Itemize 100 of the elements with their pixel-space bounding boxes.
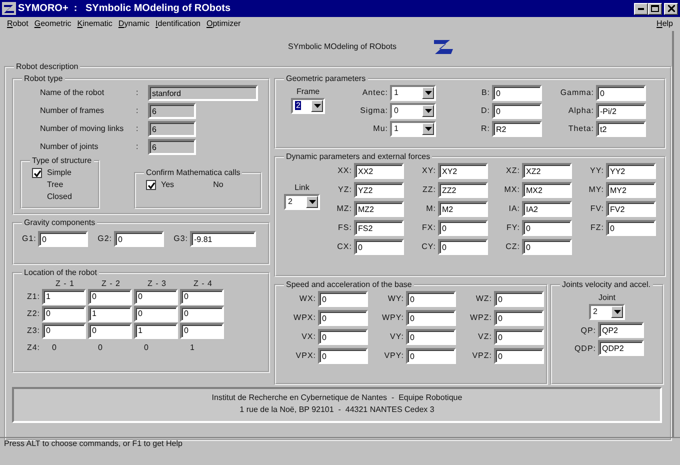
text-field[interactable]: 0	[318, 348, 368, 364]
dropdown[interactable]: 2	[291, 98, 325, 114]
text-field[interactable]: 0	[134, 288, 178, 305]
text-field[interactable]: 0	[318, 329, 368, 345]
text-field[interactable]: YZ2	[354, 182, 404, 198]
text-field[interactable]: 0	[406, 310, 456, 326]
text-field[interactable]: 0	[406, 329, 456, 345]
window-title: SYMORO+ : SYmbolic MOdeling of RObots	[18, 2, 231, 14]
dropdown[interactable]: 2	[284, 194, 320, 210]
text-field[interactable]: -9.81	[190, 231, 256, 247]
text-field[interactable]: QDP2	[598, 340, 644, 356]
text-field[interactable]: IA2	[522, 201, 572, 217]
text-field[interactable]: 0	[318, 291, 368, 307]
text-field[interactable]: 0	[438, 220, 488, 236]
text-field[interactable]: 0	[42, 322, 86, 339]
field-label: FV:	[589, 204, 605, 214]
text-field[interactable]: -Pi/2	[596, 103, 646, 119]
text-field[interactable]: 0	[180, 288, 224, 305]
option-label[interactable]: No	[213, 180, 224, 190]
option-label[interactable]: Yes	[161, 180, 174, 190]
checkbox[interactable]	[146, 180, 156, 190]
text-field[interactable]: 0	[318, 310, 368, 326]
text-field[interactable]: R2	[492, 121, 542, 137]
option-label[interactable]: Simple	[47, 168, 72, 178]
text-field[interactable]: MZ2	[354, 201, 404, 217]
dropdown[interactable]: 1	[390, 121, 436, 137]
text-field[interactable]: 0	[492, 103, 542, 119]
text-field[interactable]: 0	[42, 306, 86, 322]
dropdown[interactable]: 0	[390, 103, 436, 119]
text-field[interactable]: 0	[494, 310, 544, 326]
text-field[interactable]: FV2	[606, 201, 656, 217]
check-icon	[34, 170, 40, 176]
menu-item[interactable]: Kinematic	[74, 17, 116, 31]
menu-item[interactable]: Robot	[4, 17, 32, 31]
text-field[interactable]: t2	[596, 121, 646, 137]
menu-item[interactable]: Dynamic	[115, 17, 153, 31]
text-field[interactable]: 0	[38, 231, 88, 247]
text-field[interactable]: 1	[134, 322, 178, 339]
maximize-button[interactable]	[648, 2, 662, 14]
text-field[interactable]: XX2	[354, 163, 404, 179]
dropdown[interactable]: 2	[589, 304, 625, 320]
text-field[interactable]: 0	[354, 239, 404, 255]
text-field[interactable]: 0	[180, 322, 224, 339]
field-label: G2:	[96, 234, 113, 244]
text-field[interactable]: MX2	[522, 182, 572, 198]
field-label: XY:	[421, 166, 437, 176]
text-field[interactable]: 0	[494, 348, 544, 364]
field-label: WX:	[298, 294, 317, 304]
close-button[interactable]	[664, 2, 678, 14]
group-title: Joints velocity and accel.	[562, 280, 650, 289]
option-label[interactable]: Tree	[47, 180, 64, 190]
group-title: Robot description	[16, 62, 78, 71]
text-field[interactable]: 0	[134, 306, 178, 322]
field-label: MZ:	[336, 204, 353, 214]
text-field[interactable]: MY2	[606, 182, 656, 198]
field-label: G3:	[172, 234, 189, 244]
status-text: Press ALT to choose commands, or F1 to get Help	[4, 439, 182, 448]
minimize-button[interactable]	[634, 2, 648, 14]
field-label: Number of moving links	[40, 124, 125, 134]
text-field[interactable]: 0	[114, 231, 164, 247]
text-field[interactable]: ZZ2	[438, 182, 488, 198]
text-field[interactable]: 0	[606, 220, 656, 236]
text-field[interactable]: 0	[406, 348, 456, 364]
menu-item[interactable]: Help	[654, 17, 676, 31]
option-label[interactable]: Closed	[47, 192, 72, 202]
text-field[interactable]: 0	[522, 220, 572, 236]
text-field[interactable]: 0	[88, 322, 132, 339]
checkbox[interactable]	[32, 168, 42, 178]
field-label: D:	[480, 106, 491, 116]
text-field[interactable]: 0	[494, 291, 544, 307]
text-field[interactable]: 0	[88, 288, 132, 305]
field-label: IA:	[508, 204, 521, 214]
text-field[interactable]: XZ2	[522, 163, 572, 179]
group-title: Speed and acceleration of the base	[286, 280, 412, 289]
field-label: QP:	[580, 326, 597, 335]
menu-item[interactable]: Identification	[152, 17, 204, 31]
text-field[interactable]: 1	[88, 306, 132, 322]
text-field[interactable]: QP2	[598, 322, 644, 338]
text-field[interactable]: 0	[492, 85, 542, 101]
footer-text: 1 rue de la Noë, BP 92101 - 44321 NANTES Cedex 3	[238, 405, 436, 414]
text-field[interactable]: 0	[522, 239, 572, 255]
field-label: VPZ:	[471, 351, 493, 361]
text-field[interactable]: FS2	[354, 220, 404, 236]
text-field[interactable]: M2	[438, 201, 488, 217]
text-field[interactable]: YY2	[606, 163, 656, 179]
text-field[interactable]: 1	[42, 288, 86, 305]
separator: :	[136, 88, 140, 98]
field-label: Alpha:	[567, 106, 595, 116]
field-label: ZZ:	[422, 185, 437, 195]
text-field[interactable]: 0	[494, 329, 544, 345]
field-label: MY:	[588, 185, 605, 195]
text-field[interactable]: 0	[180, 306, 224, 322]
text-field[interactable]: XY2	[438, 163, 488, 179]
menu-item[interactable]: Geometric	[31, 17, 74, 31]
column-header: Z - 2	[100, 279, 122, 288]
menu-item[interactable]: Optimizer	[203, 17, 244, 31]
text-field[interactable]: 0	[438, 239, 488, 255]
text-field[interactable]: 0	[596, 85, 646, 101]
text-field[interactable]: 0	[406, 291, 456, 307]
dropdown[interactable]: 1	[390, 85, 436, 101]
